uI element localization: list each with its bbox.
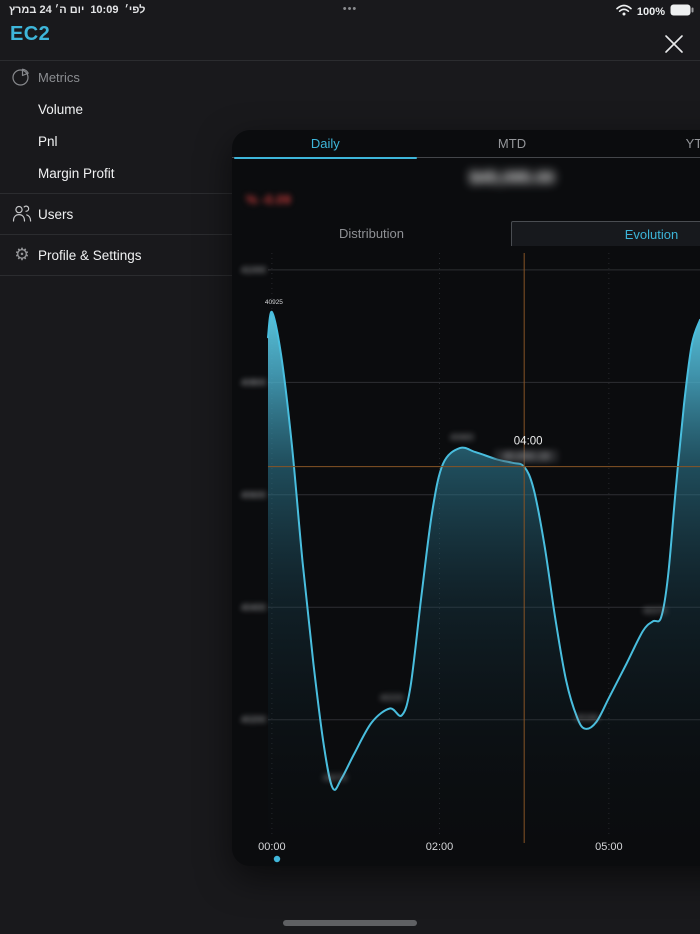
- sidebar-divider: [0, 275, 232, 276]
- tooltip-time-label: 04:00: [514, 436, 543, 448]
- change-value-redacted: % -0.09: [246, 192, 291, 207]
- sidebar-item-label: Profile & Settings: [38, 248, 142, 263]
- x-tick-label: 02:00: [426, 841, 454, 853]
- sidebar-divider: [0, 193, 232, 194]
- y-tick-label-redacted: 40800: [241, 377, 266, 387]
- sidebar: Metrics Volume Pnl Margin Profit Users ⚙…: [0, 61, 232, 280]
- y-tick-label-redacted: 40200: [241, 715, 266, 725]
- status-center-dots: •••: [0, 3, 700, 15]
- point-label-redacted: 40184: [575, 713, 599, 723]
- point-label-redacted: 40078: [323, 772, 347, 782]
- y-tick-label-redacted: 41000: [241, 265, 266, 275]
- point-label-redacted: 40220: [380, 692, 404, 702]
- tooltip-value-redacted: 40,650.19: [503, 451, 550, 463]
- sidebar-item-pnl[interactable]: Pnl: [0, 125, 232, 157]
- home-indicator[interactable]: [283, 920, 417, 926]
- sidebar-section-metrics: Metrics: [0, 61, 232, 93]
- subtab-distribution[interactable]: Distribution: [232, 221, 511, 246]
- x-tick-label: 00:00: [258, 841, 286, 853]
- subtab-evolution[interactable]: Evolution: [511, 221, 700, 246]
- wifi-icon: [616, 4, 632, 19]
- sidebar-item-volume[interactable]: Volume: [0, 93, 232, 125]
- sidebar-item-margin-profit[interactable]: Margin Profit: [0, 157, 232, 189]
- users-icon: [11, 203, 33, 225]
- sidebar-item-users[interactable]: Users: [0, 198, 232, 230]
- sidebar-divider: [0, 234, 232, 235]
- close-button[interactable]: [659, 30, 689, 60]
- tab-ytd[interactable]: YTD: [605, 130, 700, 157]
- point-label-redacted: 40375: [643, 605, 667, 615]
- battery-percent: 100%: [637, 6, 665, 18]
- tab-daily[interactable]: Daily: [232, 130, 419, 157]
- close-icon: [661, 31, 687, 60]
- evolution-chart[interactable]: 41000 40800 40600 40400 40200 04:00 40,650.19 4…: [232, 246, 700, 866]
- y-tick-label-redacted: 40600: [241, 490, 266, 500]
- sidebar-section-label: Metrics: [38, 70, 80, 85]
- sidebar-item-profile-settings[interactable]: ⚙ Profile & Settings: [0, 239, 232, 271]
- main-value-redacted: $45,095.00: [232, 168, 700, 188]
- status-bar: יום ה׳ 24 במרץ 10:09 לפי׳ ••• 100%: [0, 0, 700, 22]
- view-subtabs: Distribution Evolution: [232, 221, 700, 246]
- pie-chart-icon: [11, 66, 33, 88]
- page-title: EC2: [10, 23, 50, 46]
- metrics-card: Daily MTD YTD $45,095.00 % -0.09 Distrib…: [232, 130, 700, 866]
- y-tick-label-redacted: 40400: [241, 602, 266, 612]
- battery-icon: [670, 4, 694, 19]
- period-tabs: Daily MTD YTD: [232, 130, 700, 158]
- point-label-redacted: 40683: [450, 432, 474, 442]
- x-tick-label: 05:00: [595, 841, 623, 853]
- tab-mtd[interactable]: MTD: [419, 130, 606, 157]
- sidebar-item-label: Users: [38, 207, 73, 222]
- gear-icon: ⚙: [11, 244, 33, 266]
- area-fill: [268, 312, 700, 835]
- pagination-dot[interactable]: [274, 856, 280, 862]
- point-label: 40925: [265, 299, 283, 306]
